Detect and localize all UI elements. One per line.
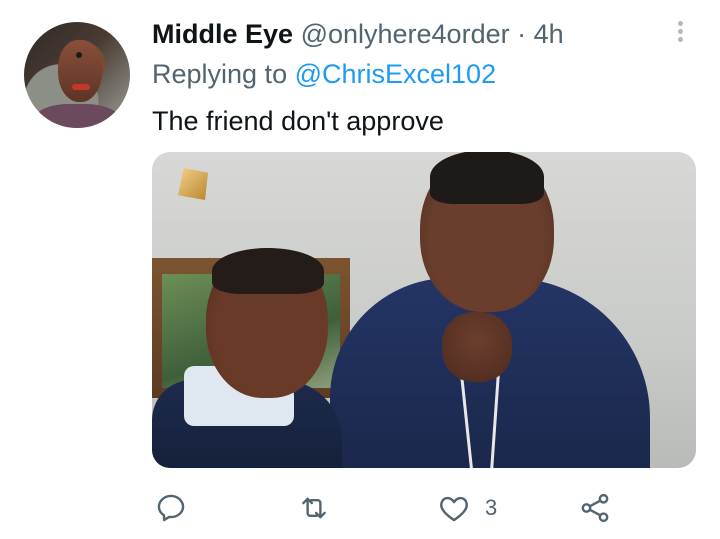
tweet-media-image[interactable] [152, 152, 696, 468]
reply-to-handle-link[interactable]: @ChrisExcel102 [295, 59, 497, 89]
heart-icon [440, 496, 468, 522]
author-avatar[interactable] [24, 22, 130, 128]
author-name[interactable]: Middle Eye [152, 19, 293, 49]
more-options-icon[interactable] [672, 18, 688, 48]
retweet-icon [302, 497, 326, 519]
avatar-shoulder [34, 104, 120, 128]
replying-to-label: Replying to [152, 59, 288, 89]
right-person-hair [430, 152, 544, 204]
tweet-text: The friend don't approve [152, 106, 444, 136]
channel-logo [178, 168, 208, 200]
avatar-mark [76, 52, 82, 58]
separator-dot: · [517, 19, 527, 49]
avatar-face [58, 40, 102, 102]
author-handle[interactable]: @onlyhere4order [301, 19, 510, 49]
retweet-button[interactable] [297, 490, 331, 526]
like-count: 3 [485, 495, 498, 520]
left-person-hair [212, 248, 324, 294]
tweet-time[interactable]: 4h [534, 19, 564, 49]
tweet-header: Middle Eye @onlyhere4order · 4h [152, 18, 564, 50]
replying-to-line: Replying to @ChrisExcel102 [152, 58, 496, 90]
tweet-actions-bar: 3 [0, 490, 720, 530]
avatar-mouth [72, 84, 90, 90]
right-person-hand [442, 312, 512, 382]
share-icon [581, 493, 609, 523]
reply-button[interactable] [154, 490, 188, 526]
reply-icon [157, 494, 185, 522]
share-button[interactable] [578, 490, 612, 526]
like-button[interactable]: 3 [437, 490, 497, 526]
